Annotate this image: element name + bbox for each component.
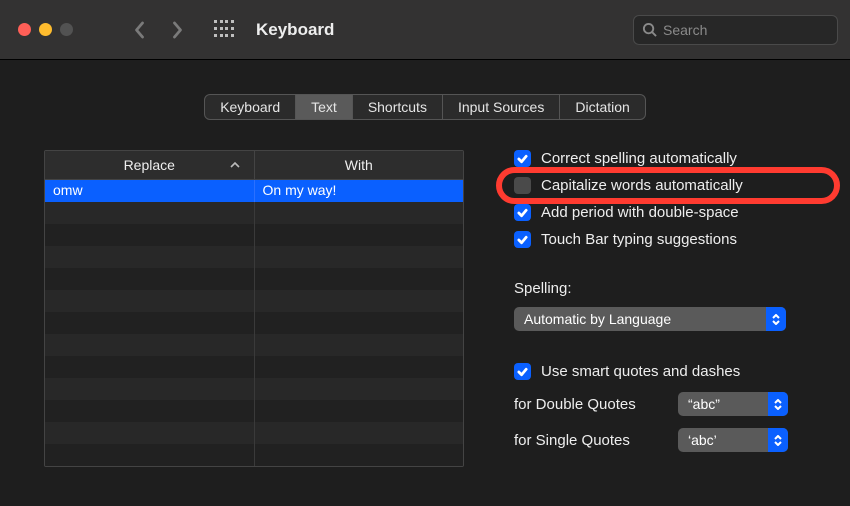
table-row[interactable] [45, 312, 463, 334]
double-quotes-row: for Double Quotes “abc” [514, 392, 820, 416]
table-row[interactable] [45, 422, 463, 444]
tab-text[interactable]: Text [295, 95, 352, 119]
checkbox-icon [514, 177, 531, 194]
table-row[interactable] [45, 334, 463, 356]
titlebar: Keyboard Search [0, 0, 850, 60]
search-icon [642, 22, 657, 37]
window-title: Keyboard [256, 20, 334, 40]
table-row[interactable] [45, 202, 463, 224]
tabs-container: Keyboard Text Shortcuts Input Sources Di… [0, 60, 850, 120]
tabs: Keyboard Text Shortcuts Input Sources Di… [204, 94, 646, 120]
close-window-button[interactable] [18, 23, 31, 36]
double-quotes-select[interactable]: “abc” [678, 392, 788, 416]
add-period-checkbox[interactable]: Add period with double-space [514, 204, 820, 221]
table-row[interactable] [45, 356, 463, 378]
nav-arrows [133, 21, 184, 39]
spelling-label: Spelling: [514, 280, 820, 297]
text-options: Correct spelling automatically Capitaliz… [514, 150, 820, 467]
table-row[interactable] [45, 224, 463, 246]
tab-input-sources[interactable]: Input Sources [442, 95, 559, 119]
window-controls [18, 23, 73, 36]
tab-dictation[interactable]: Dictation [559, 95, 644, 119]
content: Replace With omw On my way! [0, 120, 850, 467]
correct-spelling-checkbox[interactable]: Correct spelling automatically [514, 150, 820, 167]
single-quotes-row: for Single Quotes ‘abc’ [514, 428, 820, 452]
table-body: omw On my way! [45, 180, 463, 466]
single-quotes-select[interactable]: ‘abc’ [678, 428, 788, 452]
replacements-table: Replace With omw On my way! [44, 150, 464, 467]
tab-keyboard[interactable]: Keyboard [205, 95, 295, 119]
cell-replace: omw [45, 180, 255, 202]
column-with[interactable]: With [255, 151, 464, 179]
checkbox-icon [514, 231, 531, 248]
table-row[interactable] [45, 268, 463, 290]
smart-quotes-checkbox[interactable]: Use smart quotes and dashes [514, 363, 820, 380]
back-button[interactable] [133, 21, 146, 39]
checkbox-icon [514, 363, 531, 380]
single-quotes-label: for Single Quotes [514, 432, 664, 449]
column-replace[interactable]: Replace [45, 151, 255, 179]
table-row[interactable] [45, 290, 463, 312]
tab-shortcuts[interactable]: Shortcuts [352, 95, 442, 119]
minimize-window-button[interactable] [39, 23, 52, 36]
checkbox-icon [514, 204, 531, 221]
search-input[interactable]: Search [633, 15, 838, 45]
checkbox-icon [514, 150, 531, 167]
select-arrows-icon [766, 307, 786, 331]
zoom-window-button[interactable] [60, 23, 73, 36]
show-all-icon[interactable] [214, 20, 234, 40]
touch-bar-checkbox[interactable]: Touch Bar typing suggestions [514, 231, 820, 248]
forward-button[interactable] [171, 21, 184, 39]
table-row[interactable] [45, 444, 463, 466]
table-row[interactable]: omw On my way! [45, 180, 463, 202]
table-row[interactable] [45, 246, 463, 268]
double-quotes-label: for Double Quotes [514, 396, 664, 413]
table-row[interactable] [45, 400, 463, 422]
spelling-select[interactable]: Automatic by Language [514, 307, 786, 331]
capitalize-words-checkbox[interactable]: Capitalize words automatically [514, 177, 820, 194]
select-arrows-icon [768, 428, 788, 452]
search-placeholder: Search [663, 22, 707, 38]
select-arrows-icon [768, 392, 788, 416]
table-row[interactable] [45, 378, 463, 400]
cell-with: On my way! [255, 180, 464, 202]
table-header: Replace With [45, 151, 463, 180]
sort-indicator-icon [230, 161, 240, 169]
